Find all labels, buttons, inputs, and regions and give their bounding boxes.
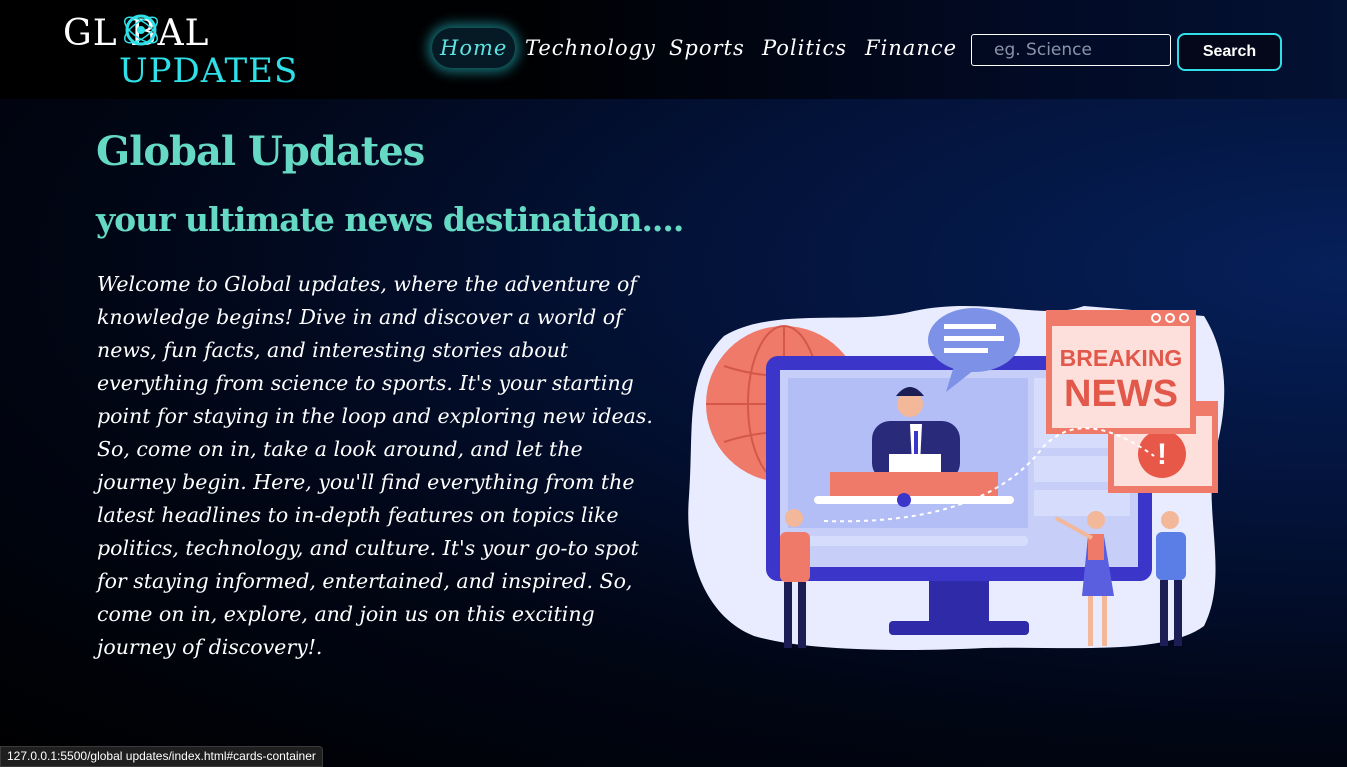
nav-link-politics[interactable]: Politics — [762, 28, 847, 68]
breaking-news-illustration: ! BREAKING NEWS — [688, 306, 1225, 651]
alert-mark: ! — [1157, 438, 1167, 471]
hero-title: Global Updates — [96, 128, 425, 175]
navbar: GL BAL UPDATES Home Technology Sports Po… — [0, 0, 1347, 99]
search-button[interactable]: Search — [1177, 33, 1282, 71]
nav-link-home[interactable]: Home — [432, 28, 516, 68]
nav-link-finance[interactable]: Finance — [865, 28, 957, 68]
globe-orbit-icon — [124, 14, 158, 46]
nav-link-sports[interactable]: Sports — [669, 28, 745, 68]
browser-status-bar: 127.0.0.1:5500/global updates/index.html… — [0, 746, 323, 767]
nav-link-technology[interactable]: Technology — [525, 28, 656, 68]
hero-subtitle: your ultimate news destination.... — [96, 200, 684, 239]
sign-news-text: NEWS — [1064, 373, 1178, 415]
site-logo[interactable]: GL BAL UPDATES — [63, 4, 313, 94]
sign-breaking-text: BREAKING — [1060, 345, 1183, 371]
hero-description: Welcome to Global updates, where the adv… — [97, 272, 653, 659]
logo-text-updates: UPDATES — [119, 51, 299, 91]
search-input[interactable] — [971, 34, 1171, 66]
